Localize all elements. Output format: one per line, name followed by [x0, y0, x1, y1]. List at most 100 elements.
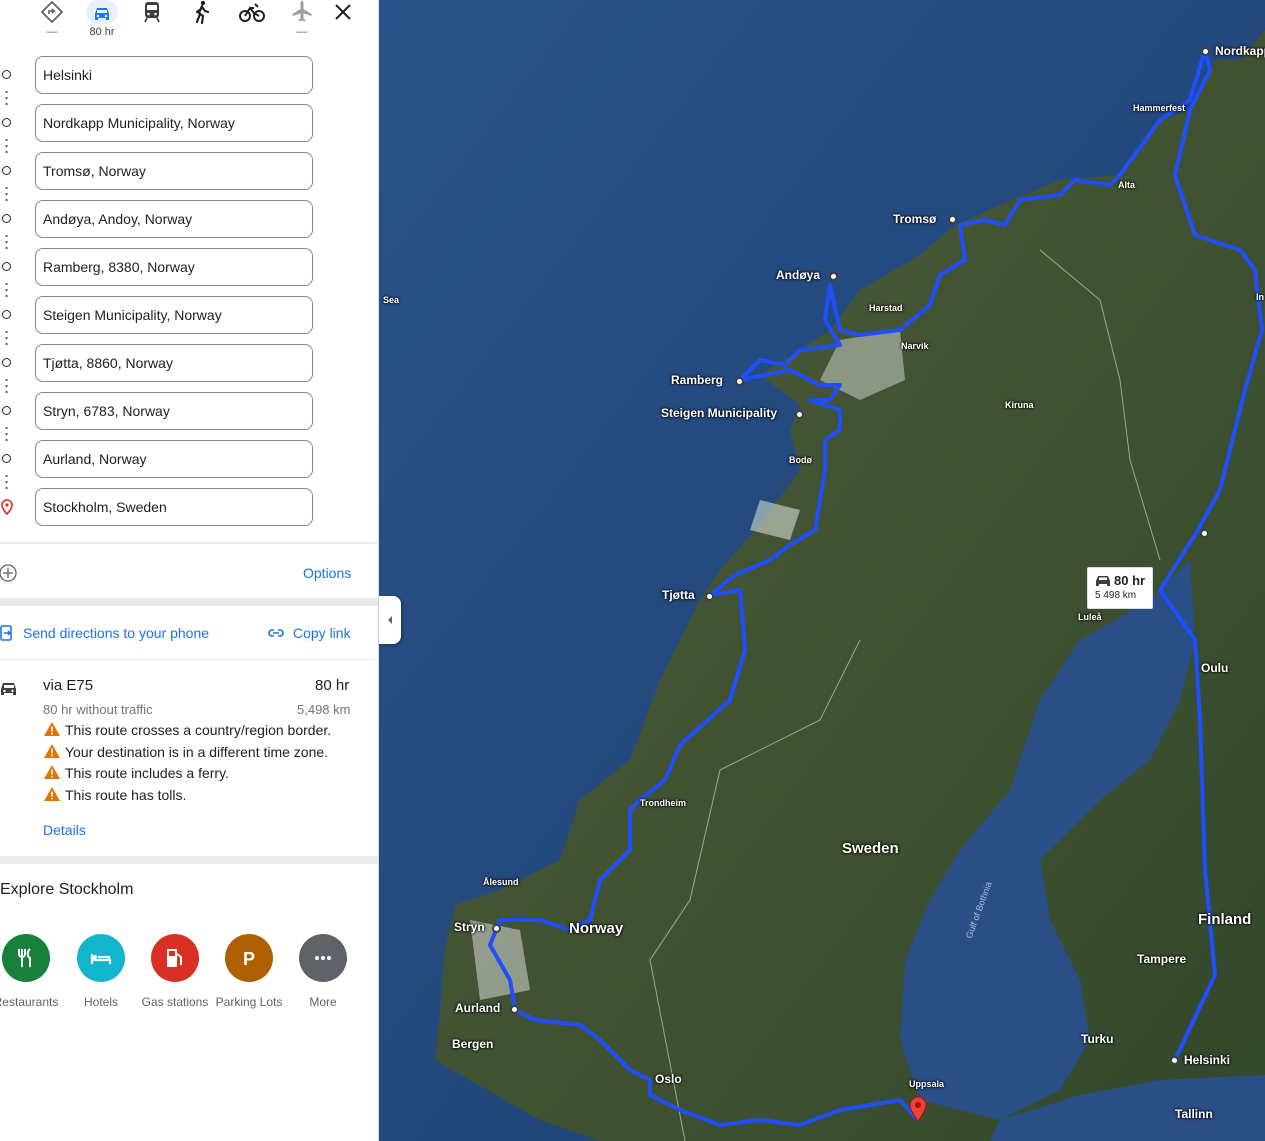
chevron-left-icon	[388, 616, 392, 624]
map-label-andoya[interactable]: Andøya	[776, 268, 820, 282]
map-label-helsinki[interactable]: Helsinki	[1184, 1053, 1230, 1067]
details-button[interactable]: Details	[43, 822, 86, 838]
map-label-aurland[interactable]: Aurland	[455, 1001, 500, 1015]
close-icon[interactable]	[333, 4, 353, 20]
map-label-trondheim[interactable]: Trondheim	[640, 798, 686, 808]
diamond-route-icon	[40, 0, 64, 24]
map-label-lulea[interactable]: Luleå	[1078, 612, 1102, 622]
waypoint-connector	[5, 329, 8, 347]
options-button[interactable]: Options	[303, 565, 351, 581]
map-label-oslo[interactable]: Oslo	[655, 1072, 682, 1086]
waypoint-marker[interactable]	[948, 215, 957, 224]
mode-driving[interactable]: 80 hr	[82, 0, 122, 44]
category-circle	[2, 934, 50, 982]
map-label-tampere[interactable]: Tampere	[1137, 952, 1186, 966]
map-label-bodo[interactable]: Bodø	[789, 455, 812, 465]
send-directions-link[interactable]: Send directions to your phone	[23, 625, 209, 641]
category-circle	[77, 934, 125, 982]
map-label-alta[interactable]: Alta	[1118, 180, 1135, 190]
waypoint-connector	[5, 233, 8, 251]
waypoint-connector	[5, 281, 8, 299]
waypoint-connector	[5, 137, 8, 155]
divider	[0, 856, 378, 864]
map-label-turku[interactable]: Turku	[1081, 1032, 1113, 1046]
map-label-hammerfest[interactable]: Hammerfest	[1133, 103, 1185, 113]
explore-category-restaurant[interactable]: Restaurants	[0, 934, 63, 1010]
mode-walking[interactable]	[182, 0, 222, 44]
map-label-ramberg[interactable]: Ramberg	[671, 373, 723, 387]
travel-mode-bar: — 80 hr —	[0, 0, 378, 48]
waypoint-input[interactable]: Ramberg, 8380, Norway	[35, 248, 313, 286]
waypoint-dot-icon	[2, 310, 11, 319]
explore-category-gas[interactable]: Gas stations	[138, 934, 212, 1010]
waypoint-marker[interactable]	[1200, 529, 1209, 538]
waypoint-marker[interactable]	[705, 592, 714, 601]
route-warning: This route has tolls.	[44, 786, 187, 807]
mode-transit[interactable]	[132, 0, 172, 44]
gas-icon	[167, 949, 182, 967]
waypoint-input[interactable]: Tromsø, Norway	[35, 152, 313, 190]
waypoint-marker[interactable]	[492, 924, 501, 933]
warning-icon	[44, 743, 60, 758]
map-label-bergen[interactable]: Bergen	[452, 1037, 493, 1051]
mode-cycling[interactable]	[232, 0, 272, 44]
mode-best[interactable]: —	[32, 0, 72, 44]
destination-pin-icon[interactable]	[908, 1096, 928, 1122]
divider	[0, 542, 378, 544]
waypoint-marker[interactable]	[1201, 47, 1210, 56]
add-stop-icon[interactable]	[0, 564, 18, 582]
route-traffic: 80 hr without traffic	[43, 702, 153, 717]
map-label-tallinn[interactable]: Tallinn	[1175, 1107, 1213, 1121]
waypoint-marker[interactable]	[735, 377, 744, 386]
waypoint-connector	[5, 425, 8, 443]
map-label-inari[interactable]: In	[1256, 292, 1264, 302]
explore-category-hotel[interactable]: Hotels	[64, 934, 138, 1010]
waypoint-connector	[5, 89, 8, 107]
map-label-nordkapp[interactable]: Nordkapp	[1215, 44, 1265, 58]
mode-flights[interactable]: —	[282, 0, 322, 44]
map-label-sea[interactable]: Sea	[383, 295, 399, 305]
explore-category-more[interactable]: More	[286, 934, 360, 1010]
map-label-sweden[interactable]: Sweden	[842, 840, 899, 857]
route-warning-text: This route has tolls.	[65, 786, 187, 803]
map-label-stryn[interactable]: Stryn	[454, 920, 485, 934]
map-label-tjotta[interactable]: Tjøtta	[662, 588, 695, 602]
map-label-finland[interactable]: Finland	[1198, 911, 1251, 928]
route-badge[interactable]: 80 hr 5 498 km	[1087, 567, 1153, 609]
waypoint-input[interactable]: Andøya, Andoy, Norway	[35, 200, 313, 238]
category-label: Hotels	[83, 995, 118, 1009]
warning-icon	[44, 765, 60, 779]
waypoint-input[interactable]: Tjøtta, 8860, Norway	[35, 344, 313, 382]
map-label-harstad[interactable]: Harstad	[869, 303, 903, 313]
waypoint-input[interactable]: Nordkapp Municipality, Norway	[35, 104, 313, 142]
waypoint-marker[interactable]	[510, 1005, 519, 1014]
link-icon	[268, 629, 284, 637]
map-label-oulu[interactable]: Oulu	[1201, 661, 1228, 675]
waypoint-input[interactable]: Helsinki	[35, 56, 313, 94]
directions-panel: — 80 hr — Helsinki Nordkapp Municipality…	[0, 0, 379, 1141]
map-label-narvik[interactable]: Narvik	[901, 341, 929, 351]
map-label-kiruna[interactable]: Kiruna	[1005, 400, 1034, 410]
collapse-panel-button[interactable]	[379, 596, 401, 644]
copy-link-button[interactable]: Copy link	[293, 625, 351, 641]
waypoint-marker[interactable]	[1170, 1056, 1179, 1065]
route-warning: This route includes a ferry.	[44, 765, 229, 785]
map-label-uppsala[interactable]: Uppsala	[909, 1079, 944, 1089]
svg-text:P: P	[243, 949, 255, 969]
car-icon	[1096, 576, 1110, 586]
car-icon	[1, 683, 16, 695]
map-label-tromso[interactable]: Tromsø	[893, 212, 936, 226]
map-label-steigen[interactable]: Steigen Municipality	[661, 406, 777, 420]
map-label-norway[interactable]: Norway	[569, 920, 623, 937]
waypoint-input[interactable]: Aurland, Norway	[35, 440, 313, 478]
waypoint-input[interactable]: Steigen Municipality, Norway	[35, 296, 313, 334]
waypoint-marker[interactable]	[829, 272, 838, 281]
restaurant-icon	[18, 948, 31, 967]
explore-title: Explore Stockholm	[0, 881, 134, 898]
waypoint-input[interactable]: Stockholm, Sweden	[35, 488, 313, 526]
waypoint-input[interactable]: Stryn, 6783, Norway	[35, 392, 313, 430]
explore-category-parking[interactable]: P Parking Lots	[212, 934, 286, 1010]
map-label-alesund[interactable]: Ålesund	[483, 877, 519, 887]
route-warning-text: This route includes a ferry.	[65, 765, 229, 781]
waypoint-marker[interactable]	[795, 410, 804, 419]
